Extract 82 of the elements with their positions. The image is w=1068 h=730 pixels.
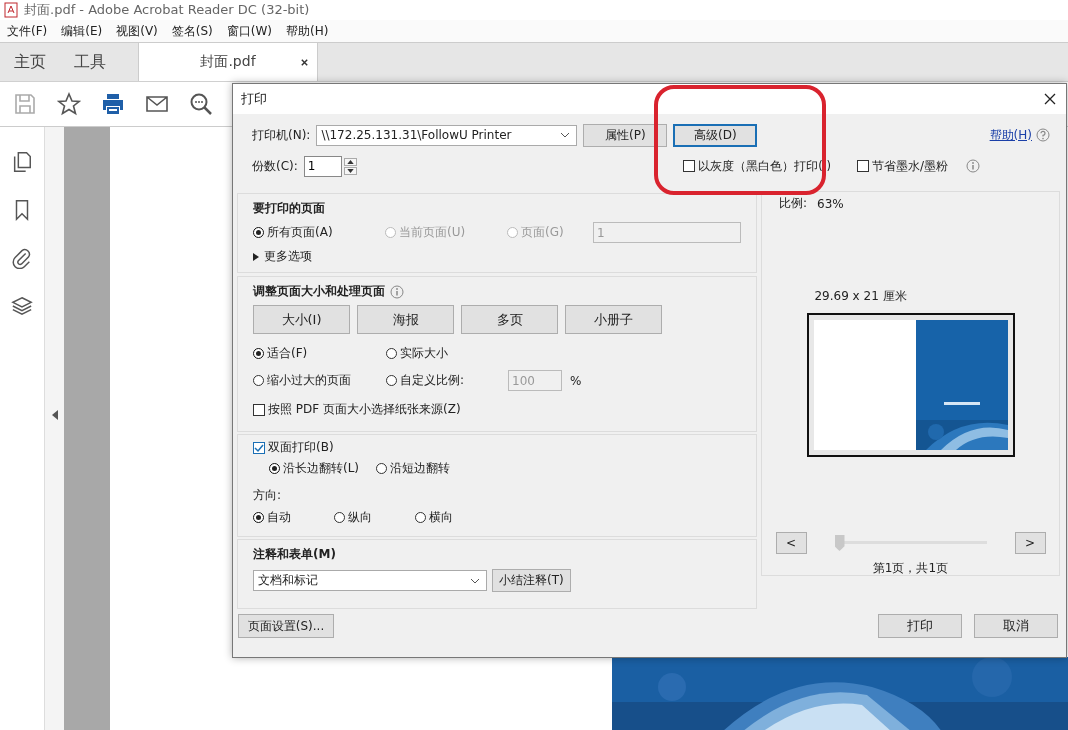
- radio-button[interactable]: 沿短边翻转: [376, 460, 451, 477]
- radio-button[interactable]: 所有页面(A): [253, 224, 385, 241]
- layers-icon[interactable]: [11, 295, 33, 317]
- printer-icon[interactable]: [101, 92, 125, 116]
- search-icon[interactable]: [189, 92, 213, 116]
- chevron-down-icon: [560, 132, 571, 138]
- star-icon[interactable]: [57, 92, 81, 116]
- radio-dot[interactable]: [253, 375, 264, 386]
- dialog-action-button[interactable]: 取消: [974, 614, 1058, 638]
- next-page-button[interactable]: >: [1014, 532, 1046, 554]
- help-link[interactable]: 帮助(H): [989, 126, 1032, 144]
- section-title: 调整页面大小和处理页面: [253, 283, 385, 300]
- summarize-comments-button[interactable]: 小结注释(T): [492, 569, 571, 592]
- menu-item[interactable]: 帮助(H): [286, 22, 329, 40]
- check-icon: [254, 442, 264, 453]
- properties-button[interactable]: 属性(P): [583, 123, 668, 147]
- printer-label: 打印机(N):: [252, 126, 311, 144]
- tab[interactable]: 主页: [0, 43, 60, 81]
- window-title: 封面.pdf - Adobe Acrobat Reader DC (32-bit): [24, 1, 310, 19]
- radio-button[interactable]: 纵向: [334, 509, 415, 526]
- percent-unit: %: [570, 373, 582, 388]
- radio-dot[interactable]: [334, 512, 345, 523]
- menu-item[interactable]: 窗口(W): [226, 22, 272, 40]
- info-icon: [390, 284, 404, 299]
- orientation-label: 方向:: [253, 487, 283, 504]
- mode-button[interactable]: 小册子: [565, 305, 662, 334]
- section-title: 注释和表单(M): [253, 546, 337, 563]
- menu-item[interactable]: 签名(S): [171, 22, 213, 40]
- paper-size: 29.69 x 21 厘米: [814, 288, 907, 305]
- expand-arrow-icon: [253, 252, 259, 261]
- previous-page-button[interactable]: <: [775, 532, 807, 554]
- radio-dot[interactable]: [386, 375, 397, 386]
- pages-icon[interactable]: [11, 151, 33, 173]
- collapse-arrow-icon[interactable]: [51, 409, 58, 420]
- scale-label: 比例:: [779, 195, 808, 212]
- copies-spinner[interactable]: [343, 157, 357, 175]
- paperclip-icon[interactable]: [11, 247, 33, 269]
- chevron-down-icon: [470, 577, 480, 584]
- page-setup-button[interactable]: 页面设置(S)...: [238, 614, 334, 638]
- radio-button[interactable]: 缩小过大的页面: [253, 370, 386, 391]
- menu-item[interactable]: 文件(F): [7, 22, 48, 40]
- advanced-button[interactable]: 高级(D): [673, 123, 758, 147]
- radio-button[interactable]: 自定义比例:: [386, 370, 508, 391]
- section-title: 要打印的页面: [253, 200, 326, 217]
- radio-dot[interactable]: [253, 227, 264, 238]
- mode-button[interactable]: 大小(I): [253, 305, 350, 334]
- radio-dot[interactable]: [415, 512, 426, 523]
- radio-button[interactable]: 横向: [415, 509, 496, 526]
- radio-button[interactable]: 适合(F): [253, 345, 386, 362]
- scale-value: 63%: [817, 196, 844, 211]
- dialog-action-button[interactable]: 打印: [878, 614, 962, 638]
- duplex-checkbox[interactable]: 双面打印(B): [253, 439, 741, 456]
- page-slider[interactable]: [834, 535, 987, 551]
- radio-dot[interactable]: [269, 463, 280, 474]
- radio-button[interactable]: 自动: [253, 509, 334, 526]
- help-icon: [1036, 128, 1050, 142]
- save-ink-checkbox[interactable]: 节省墨水/墨粉: [856, 157, 948, 175]
- dialog-title: 打印: [241, 90, 268, 108]
- menu-item[interactable]: 编辑(E): [61, 22, 103, 40]
- printer-dropdown[interactable]: \\172.25.131.31\FollowU Printer: [316, 124, 578, 146]
- radio-button[interactable]: 沿长边翻转(L): [269, 460, 360, 477]
- radio-dot[interactable]: [253, 512, 264, 523]
- radio-dot[interactable]: [386, 348, 397, 359]
- close-icon[interactable]: [1044, 93, 1056, 105]
- radio-dot[interactable]: [376, 463, 388, 474]
- close-icon[interactable]: [300, 57, 309, 67]
- paper-source-checkbox[interactable]: 按照 PDF 页面大小选择纸张来源(Z): [253, 401, 741, 418]
- grayscale-checkbox[interactable]: 以灰度（黑白色）打印( ): [683, 158, 831, 174]
- radio-dot[interactable]: [253, 348, 264, 359]
- comments-dropdown[interactable]: 文档和标记: [253, 570, 487, 591]
- page-info: 第1页，共1页: [872, 560, 949, 577]
- radio-button[interactable]: 实际大小: [386, 345, 508, 362]
- tab[interactable]: 工具: [60, 43, 120, 81]
- mode-button[interactable]: 海报: [357, 305, 454, 334]
- copies-label: 份数(C):: [252, 157, 298, 175]
- menu-item[interactable]: 视图(V): [116, 22, 158, 40]
- copies-field[interactable]: 1: [303, 155, 342, 177]
- mode-button[interactable]: 多页: [461, 305, 558, 334]
- more-options-toggle[interactable]: 更多选项: [253, 248, 741, 265]
- slider-thumb[interactable]: [834, 535, 845, 551]
- tab[interactable]: 封面.pdf: [138, 43, 318, 81]
- info-icon: [966, 159, 980, 173]
